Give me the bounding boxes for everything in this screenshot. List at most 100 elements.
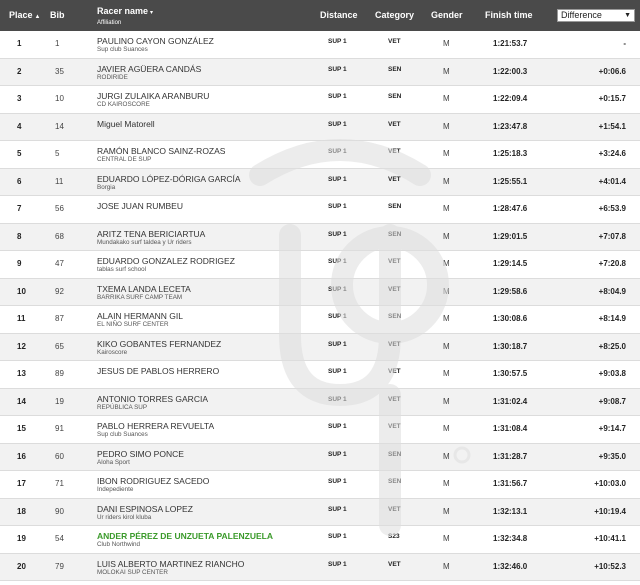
affiliation-cell: EL NIÑO SURF CENTER <box>97 321 169 328</box>
category-cell: VET <box>388 395 401 403</box>
racer-name-cell[interactable]: ANTONIO TORRES GARCIA <box>97 394 208 404</box>
category-cell: VET <box>388 258 401 265</box>
table-row[interactable]: 6 11 EDUARDO LÓPEZ-DÓRIGA GARCÍA Borgia SUP … <box>0 168 640 196</box>
racer-name-cell[interactable]: RAMÓN BLANCO SAINZ-ROZAS <box>97 146 225 156</box>
column-header-finish-time[interactable]: Finish time <box>485 0 533 31</box>
table-row[interactable]: 10 92 TXEMA LANDA LECETA BARRIKA SURF CAMP … <box>0 278 640 306</box>
finish-time-cell: 1:30:18.7 <box>493 341 528 351</box>
finish-time-cell: 1:31:08.4 <box>493 424 528 433</box>
bib-cell: 92 <box>55 286 64 296</box>
bib-cell: 54 <box>55 534 64 543</box>
table-row[interactable]: 15 91 PABLO HERRERA REVUELTA Sup club Suanc… <box>0 416 640 444</box>
racer-name-cell[interactable]: JESUS DE PABLOS HERRERO <box>97 366 219 376</box>
finish-time-cell: 1:21:53.7 <box>493 39 528 48</box>
racer-name-cell[interactable]: ALAIN HERMANN GIL <box>97 311 183 321</box>
table-row[interactable]: 19 54 ANDER PÉREZ DE UNZUETA PALENZUELA Clu… <box>0 526 640 554</box>
racer-name-cell[interactable]: KIKO GOBANTES FERNANDEZ <box>97 339 221 349</box>
affiliation-cell: tablas surf school <box>97 266 147 273</box>
bib-cell: 35 <box>55 66 64 76</box>
racer-name-cell[interactable]: PEDRO SIMO PONCE <box>97 449 184 459</box>
racer-name-cell[interactable]: IBON RODRIGUEZ SACEDO <box>97 476 209 486</box>
affiliation-cell: REPÚBLICA SUP <box>97 403 148 411</box>
affiliation-cell: Sup club Suances <box>97 431 148 438</box>
affiliation-cell: Kairoscore <box>97 348 128 356</box>
bib-cell: 1 <box>55 39 60 48</box>
table-row[interactable]: 2 35 JAVIER AGÜERA CANDÁS RODIRIDE SUP 1 SEN M… <box>0 58 640 86</box>
difference-select[interactable]: Difference ▼ <box>557 9 635 22</box>
racer-name-cell[interactable]: JAVIER AGÜERA CANDÁS <box>97 64 201 74</box>
category-cell: VET <box>388 175 401 183</box>
table-row[interactable]: 17 71 IBON RODRIGUEZ SACEDO Indepediente SUP… <box>0 471 640 499</box>
distance-cell: SUP 1 <box>328 505 347 513</box>
table-row[interactable]: 20 79 LUIS ALBERTO MARTINEZ RIANCHO MOLOKAI… <box>0 553 640 581</box>
finish-time-cell: 1:32:34.8 <box>493 534 528 543</box>
table-row[interactable]: 14 19 ANTONIO TORRES GARCIA REPÚBLICA SUP SU… <box>0 388 640 416</box>
racer-name-cell[interactable]: EDUARDO LÓPEZ-DÓRIGA GARCÍA <box>97 174 241 184</box>
finish-time-cell: 1:25:18.3 <box>493 149 528 158</box>
table-row[interactable]: 18 90 DANI ESPINOSA LOPEZ Ur riders kirol k… <box>0 498 640 526</box>
gender-cell: M <box>443 94 450 103</box>
bib-cell: 79 <box>55 561 64 571</box>
category-cell: VET <box>388 285 401 293</box>
racer-name-cell[interactable]: PAULINO CAYON GONZÁLEZ <box>97 36 214 46</box>
table-row[interactable]: 7 56 JOSE JUAN RUMBEU SUP 1 SEN M 1:28:47.6 +6:… <box>0 196 640 224</box>
table-row[interactable]: 5 5 RAMÓN BLANCO SAINZ-ROZAS CENTRAL DE SUP… <box>0 141 640 169</box>
distance-cell: SUP 1 <box>328 560 347 568</box>
column-header-place[interactable]: Place ▲ <box>9 0 40 33</box>
table-row[interactable]: 11 87 ALAIN HERMANN GIL EL NIÑO SURF CENTER… <box>0 306 640 334</box>
finish-time-cell: 1:30:57.5 <box>493 369 528 378</box>
gender-cell: M <box>443 451 450 461</box>
gender-cell: M <box>443 396 450 406</box>
table-row[interactable]: 13 89 JESUS DE PABLOS HERRERO SUP 1 VET M 1:30… <box>0 361 640 389</box>
racer-name-cell[interactable]: EDUARDO GONZALEZ RODRIGEZ <box>97 256 235 266</box>
distance-cell: SUP 1 <box>328 203 347 210</box>
difference-cell: +9:08.7 <box>598 396 626 406</box>
difference-cell: +4:01.4 <box>598 176 626 186</box>
gender-cell: M <box>443 176 450 186</box>
bib-cell: 10 <box>55 94 64 103</box>
affiliation-cell: CD KAIROSCORE <box>97 101 150 108</box>
category-cell: VET <box>388 340 401 348</box>
racer-name-cell[interactable]: JOSE JUAN RUMBEU <box>97 201 183 211</box>
table-row[interactable]: 3 10 JURGI ZULAIKA ARANBURU CD KAIROSCORE SU… <box>0 86 640 114</box>
bib-cell: 5 <box>55 149 60 158</box>
racer-name-cell[interactable]: LUIS ALBERTO MARTINEZ RIANCHO <box>97 559 244 569</box>
difference-cell: +3:24.6 <box>598 149 626 158</box>
racer-name-cell[interactable]: Miguel Matorell <box>97 119 155 129</box>
racer-name-cell[interactable]: ARITZ TENA BERICIARTUA <box>97 229 205 239</box>
table-row[interactable]: 9 47 EDUARDO GONZALEZ RODRIGEZ tablas surf … <box>0 251 640 279</box>
distance-cell: SUP 1 <box>328 340 347 348</box>
bib-cell: 19 <box>55 396 64 406</box>
category-cell: VET <box>388 120 401 128</box>
racer-name-cell[interactable]: ANDER PÉREZ DE UNZUETA PALENZUELA <box>97 531 273 541</box>
column-header-gender[interactable]: Gender <box>431 0 463 31</box>
category-cell: VET <box>388 148 401 155</box>
distance-cell: SUP 1 <box>328 65 347 73</box>
racer-name-cell[interactable]: PABLO HERRERA REVUELTA <box>97 421 214 431</box>
category-cell: SEN <box>388 313 402 320</box>
column-header-distance[interactable]: Distance <box>320 0 358 31</box>
difference-cell: +10:19.4 <box>594 506 626 516</box>
finish-time-cell: 1:23:47.8 <box>493 121 528 131</box>
difference-cell: +0:06.6 <box>598 66 626 76</box>
table-row[interactable]: 12 65 KIKO GOBANTES FERNANDEZ Kairoscore SUP… <box>0 333 640 361</box>
column-header-racer-name[interactable]: Racer name ▾ Affiliation <box>97 6 153 28</box>
affiliation-cell: Sup club Suances <box>97 46 148 53</box>
racer-name-cell[interactable]: TXEMA LANDA LECETA <box>97 284 191 294</box>
difference-cell: +10:41.1 <box>594 534 626 543</box>
place-cell: 3 <box>17 94 22 103</box>
distance-cell: SUP 1 <box>328 120 347 128</box>
place-cell: 18 <box>17 506 26 516</box>
category-cell: VET <box>388 505 401 513</box>
table-row[interactable]: 1 1 PAULINO CAYON GONZÁLEZ Sup club Suances… <box>0 31 640 59</box>
table-row[interactable]: 16 60 PEDRO SIMO PONCE Aloha Sport SUP 1 SEN M… <box>0 443 640 471</box>
finish-time-cell: 1:22:09.4 <box>493 94 528 103</box>
column-header-bib[interactable]: Bib <box>50 0 65 31</box>
racer-name-cell[interactable]: JURGI ZULAIKA ARANBURU <box>97 91 209 101</box>
racer-name-cell[interactable]: DANI ESPINOSA LOPEZ <box>97 504 193 514</box>
bib-cell: 87 <box>55 314 64 323</box>
table-row[interactable]: 8 68 ARITZ TENA BERICIARTUA Mundakako surf … <box>0 223 640 251</box>
finish-time-cell: 1:28:47.6 <box>493 204 528 213</box>
table-row[interactable]: 4 14 Miguel Matorell SUP 1 VET M 1:23:47.8 +1:5… <box>0 113 640 141</box>
column-header-category[interactable]: Category <box>375 0 414 31</box>
